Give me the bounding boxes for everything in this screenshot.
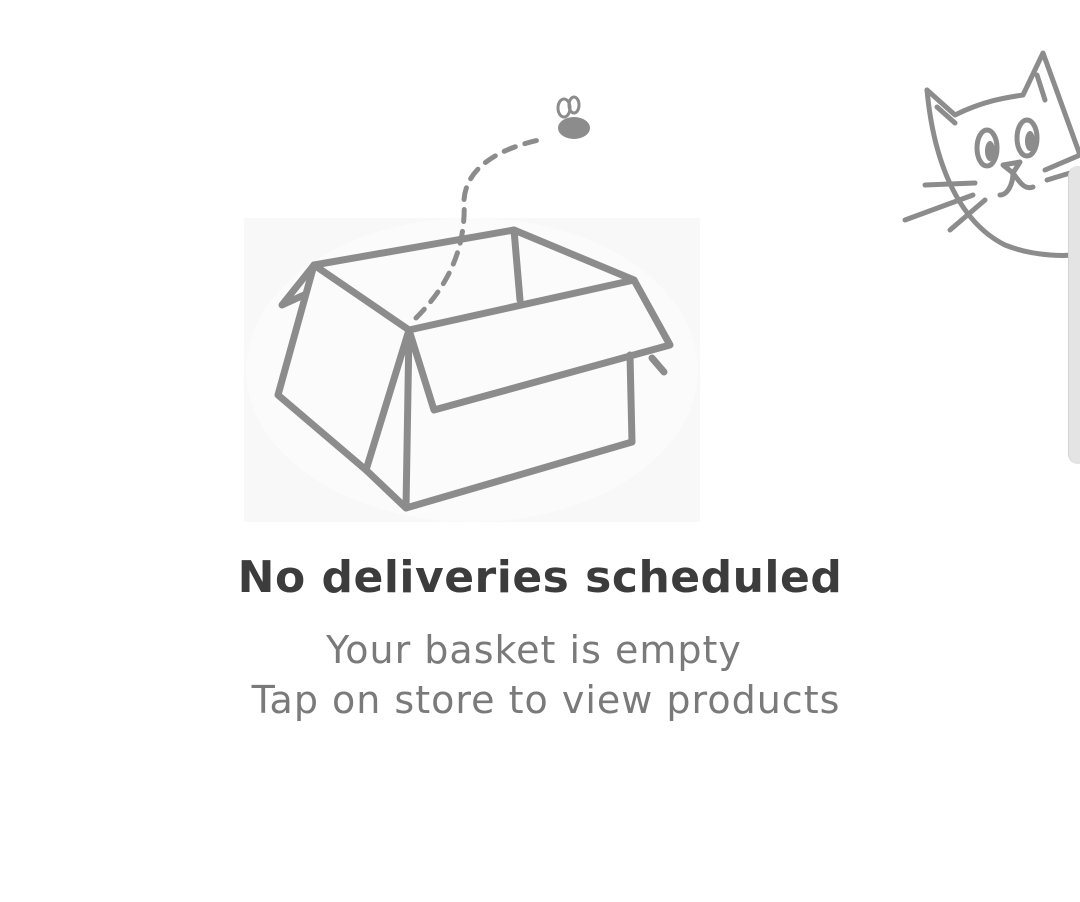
- edge-scroll-handle[interactable]: [1068, 166, 1080, 464]
- fly-icon: [556, 95, 590, 139]
- cat-mascot-illustration: [895, 45, 1080, 265]
- empty-deliveries-screen: No deliveries scheduled Your basket is e…: [0, 0, 1080, 902]
- empty-state-message: Your basket is empty: [326, 628, 742, 672]
- empty-box-illustration: [244, 90, 700, 522]
- empty-state-hint: Tap on store to view products: [251, 678, 841, 722]
- empty-state-title: No deliveries scheduled: [237, 552, 843, 603]
